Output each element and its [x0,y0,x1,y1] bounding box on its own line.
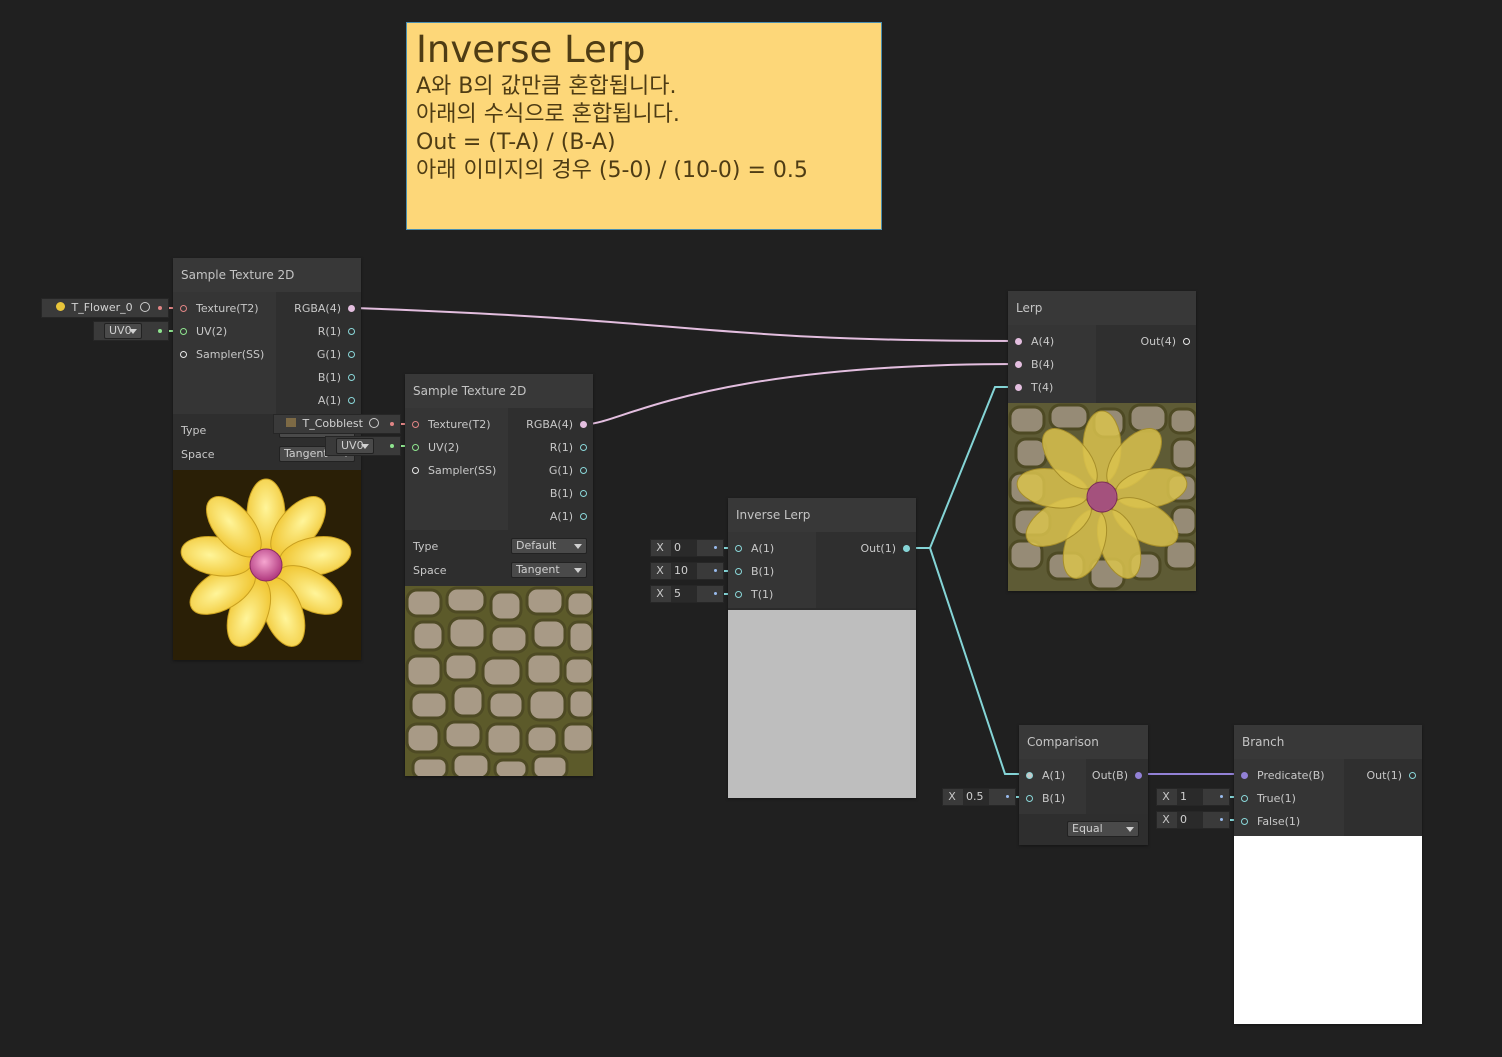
inverse-lerp-preview [728,610,916,798]
node-title[interactable]: Inverse Lerp [728,498,916,532]
texture-preview-flower [173,470,361,660]
texture-asset-field-cobblestone[interactable]: T_Cobblest [273,414,401,434]
node-title[interactable]: Sample Texture 2D [173,258,361,292]
space-dropdown[interactable]: Tangent [511,562,587,578]
node-title[interactable]: Lerp [1008,291,1196,325]
branch-preview [1234,836,1422,1024]
port-a-input[interactable]: A(1) [735,542,774,556]
comparison-mode-dropdown[interactable]: Equal [1067,821,1139,837]
inverse-lerp-a-value[interactable]: X0 [650,539,724,557]
texture-icon [286,418,296,427]
port-out-output[interactable]: Out(1) [1366,769,1416,783]
node-title[interactable]: Sample Texture 2D [405,374,593,408]
port-sampler-input[interactable]: Sampler(SS) [180,348,264,362]
node-sample-texture-2d-cobblestone[interactable]: Sample Texture 2D Texture(T2) UV(2) Samp… [405,374,593,776]
branch-true-value[interactable]: X1 [1156,788,1230,806]
port-texture-input[interactable]: Texture(T2) [412,418,491,432]
sticky-note-title: Inverse Lerp [416,28,646,71]
branch-false-value[interactable]: X0 [1156,811,1230,829]
port-t-input[interactable]: T(1) [735,588,773,602]
port-g-output[interactable]: G(1) [549,464,587,478]
sticky-note-line-2: 아래의 수식으로 혼합됩니다. [416,102,680,127]
object-picker-icon[interactable] [369,418,380,428]
port-r-output[interactable]: R(1) [318,325,355,339]
port-dot-icon [158,329,162,333]
port-a-input[interactable]: A(1) [1026,769,1065,783]
port-true-input[interactable]: True(1) [1241,792,1296,806]
port-out-output[interactable]: Out(1) [860,542,910,556]
node-inverse-lerp[interactable]: Inverse Lerp A(1) B(1) T(1) Out(1) [728,498,916,798]
port-a-input[interactable]: A(4) [1015,335,1054,349]
port-uv-input[interactable]: UV(2) [180,325,227,339]
type-dropdown[interactable]: Default [511,538,587,554]
port-sampler-input[interactable]: Sampler(SS) [412,464,496,478]
type-label: Type [181,424,207,437]
port-b-input[interactable]: B(1) [735,565,774,579]
port-out-output[interactable]: Out(4) [1140,335,1190,349]
port-a-output[interactable]: A(1) [318,394,355,408]
port-g-output[interactable]: G(1) [317,348,355,362]
space-label: Space [413,564,447,577]
node-title[interactable]: Comparison [1019,725,1148,759]
type-label: Type [413,540,439,553]
port-dot-icon [158,306,162,310]
node-title[interactable]: Branch [1234,725,1422,759]
inverse-lerp-t-value[interactable]: X5 [650,585,724,603]
port-dot-icon [390,444,394,448]
port-uv-input[interactable]: UV(2) [412,441,459,455]
wire-flower-rgba-to-lerp-a [354,307,1018,342]
node-branch[interactable]: Branch Predicate(B) True(1) False(1) Out… [1234,725,1422,1024]
sticky-note-line-1: A와 B의 값만큼 혼합됩니다. [416,74,677,99]
port-b-input[interactable]: B(4) [1015,358,1054,372]
port-t-input[interactable]: T(4) [1015,381,1053,395]
node-sample-texture-2d-flower[interactable]: Sample Texture 2D Texture(T2) UV(2) Samp… [173,258,361,660]
space-label: Space [181,448,215,461]
texture-icon [56,302,65,311]
lerp-preview [1008,403,1196,591]
sticky-note-line-4: 아래 이미지의 경우 (5-0) / (10-0) = 0.5 [416,158,808,183]
port-dot-icon [390,422,394,426]
port-r-output[interactable]: R(1) [550,441,587,455]
port-b-input[interactable]: B(1) [1026,792,1065,806]
port-b-output[interactable]: B(1) [550,487,587,501]
port-rgba-output[interactable]: RGBA(4) [294,302,355,316]
object-picker-icon[interactable] [140,302,151,312]
uv-dropdown: UV0 [104,323,142,339]
node-comparison[interactable]: Comparison A(1) B(1) Out(B) Equal [1019,725,1148,845]
uv-channel-field-flower[interactable]: UV0 [93,321,169,341]
port-out-output[interactable]: Out(B) [1092,769,1142,783]
port-predicate-input[interactable]: Predicate(B) [1241,769,1325,783]
node-lerp[interactable]: Lerp A(4) B(4) T(4) Out(4) [1008,291,1196,591]
comparison-b-value[interactable]: X 0.5 [942,788,1016,806]
port-a-output[interactable]: A(1) [550,510,587,524]
port-b-output[interactable]: B(1) [318,371,355,385]
port-false-input[interactable]: False(1) [1241,815,1300,829]
texture-preview-cobblestone [405,586,593,776]
sticky-note[interactable]: Inverse Lerp A와 B의 값만큼 혼합됩니다. 아래의 수식으로 혼… [406,22,882,230]
uv-channel-field-cobblestone[interactable]: UV0 [325,436,401,456]
wire-invlerp-out-to-lerp-t [909,386,1017,549]
texture-asset-field-flower[interactable]: T_Flower_0 [41,298,169,318]
wire-cobble-rgba-to-lerp-b [586,363,1018,425]
sticky-note-line-3: Out = (T-A) / (B-A) [416,130,616,155]
inverse-lerp-b-value[interactable]: X 10 [650,562,724,580]
port-texture-input[interactable]: Texture(T2) [180,302,259,316]
uv-dropdown: UV0 [336,438,374,454]
port-rgba-output[interactable]: RGBA(4) [526,418,587,432]
